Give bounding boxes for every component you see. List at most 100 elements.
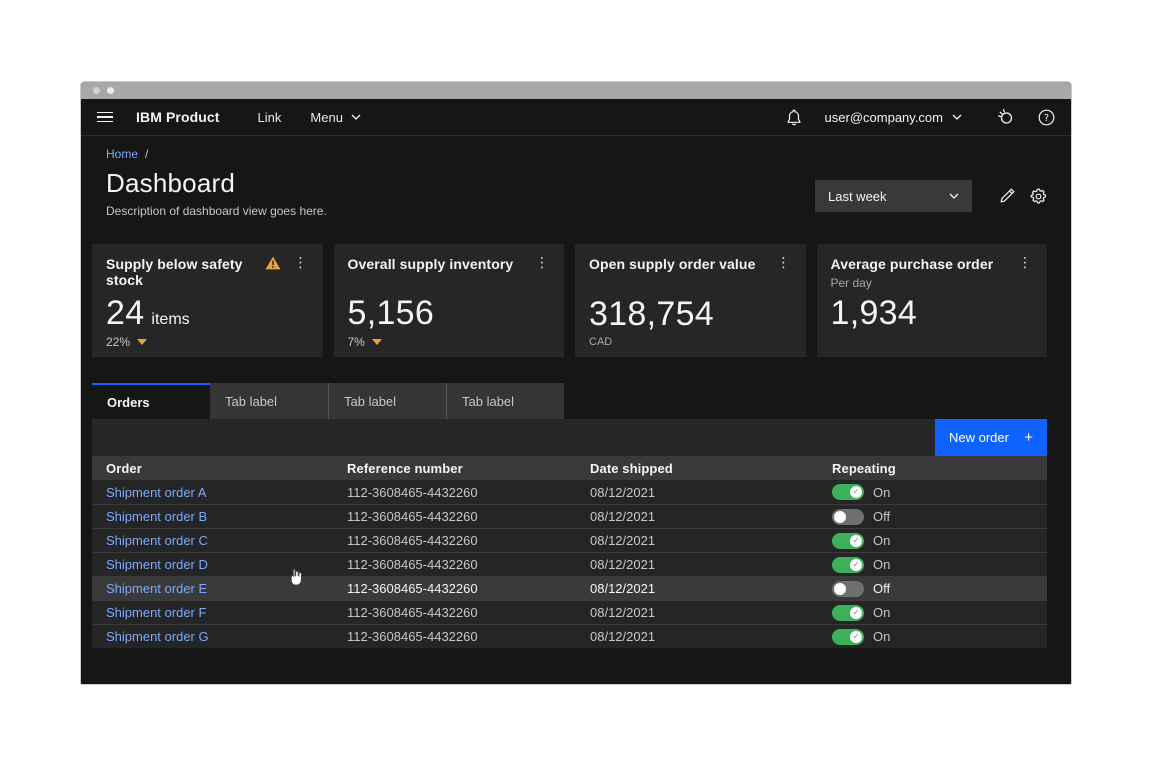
repeating-cell: ✓ On: [818, 557, 1047, 573]
tab-label-3[interactable]: Tab label: [446, 383, 564, 419]
table-row[interactable]: Shipment order G 112-3608465-4432260 08/…: [92, 624, 1047, 648]
card-value: 24 items: [106, 296, 311, 330]
edit-icon[interactable]: [999, 188, 1015, 204]
toggle-state-label: On: [873, 533, 890, 548]
toggle-knob: ✓: [850, 535, 862, 547]
nav-menu[interactable]: Menu: [310, 110, 361, 125]
product-name: IBM Product: [136, 109, 220, 125]
reference-number-cell: 112-3608465-4432260: [333, 509, 576, 524]
card-title: Average purchase order: [831, 256, 994, 272]
overflow-menu-icon[interactable]: ⋮: [774, 256, 794, 270]
card-supply-below-safety-stock: Supply below safety stock ⋮ 24 items 22%: [92, 244, 323, 357]
breadcrumb-separator: /: [145, 147, 148, 161]
notifications-bell-icon[interactable]: [786, 109, 802, 126]
tab-label-2[interactable]: Tab label: [328, 383, 446, 419]
repeating-toggle[interactable]: ✓: [832, 557, 864, 573]
toggle-knob: ✓: [834, 511, 846, 523]
reference-number-cell: 112-3608465-4432260: [333, 629, 576, 644]
order-link[interactable]: Shipment order C: [92, 533, 333, 548]
card-open-supply-order-value: Open supply order value ⋮ 318,754 CAD: [575, 244, 806, 357]
help-icon[interactable]: ?: [1038, 109, 1055, 126]
hamburger-menu-icon[interactable]: [97, 112, 113, 123]
table-row[interactable]: Shipment order D 112-3608465-4432260 08/…: [92, 552, 1047, 576]
table-header-row: Order Reference number Date shipped Repe…: [92, 456, 1047, 480]
date-shipped-cell: 08/12/2021: [576, 557, 818, 572]
order-link[interactable]: Shipment order A: [92, 485, 333, 500]
chevron-down-icon: [949, 193, 959, 199]
order-link[interactable]: Shipment order B: [92, 509, 333, 524]
repeating-cell: ✓ On: [818, 629, 1047, 645]
table-row[interactable]: Shipment order F 112-3608465-4432260 08/…: [92, 600, 1047, 624]
toggle-state-label: On: [873, 485, 890, 500]
orders-table: New order + Order Reference number Date …: [92, 419, 1047, 648]
card-value: 1,934: [831, 296, 1036, 330]
tab-orders[interactable]: Orders: [92, 383, 210, 419]
app-window: IBM Product Link Menu user@company.com: [80, 81, 1072, 685]
repeating-cell: ✓ On: [818, 533, 1047, 549]
trend-down-icon: [372, 339, 382, 345]
overflow-menu-icon[interactable]: ⋮: [291, 256, 311, 270]
chevron-down-icon: [351, 114, 361, 120]
card-value-number: 24: [106, 296, 144, 330]
metric-cards: Supply below safety stock ⋮ 24 items 22%: [92, 244, 1047, 357]
reference-number-cell: 112-3608465-4432260: [333, 605, 576, 620]
card-value-number: 5,156: [348, 296, 435, 330]
window-control-dot[interactable]: [93, 87, 100, 94]
card-overall-supply-inventory: Overall supply inventory ⋮ 5,156 7%: [334, 244, 565, 357]
card-subtitle: Per day: [831, 276, 994, 290]
date-shipped-cell: 08/12/2021: [576, 509, 818, 524]
order-link[interactable]: Shipment order G: [92, 629, 333, 644]
column-header-order: Order: [92, 461, 333, 476]
card-average-purchase-order: Average purchase order Per day ⋮ 1,934: [817, 244, 1048, 357]
repeating-toggle[interactable]: ✓: [832, 509, 864, 525]
chevron-down-icon: [952, 114, 962, 120]
order-link[interactable]: Shipment order E: [92, 581, 333, 596]
toggle-state-label: On: [873, 605, 890, 620]
breadcrumb-home-link[interactable]: Home: [106, 147, 138, 161]
svg-text:?: ?: [1044, 113, 1049, 124]
table-row[interactable]: Shipment order B 112-3608465-4432260 08/…: [92, 504, 1047, 528]
order-link[interactable]: Shipment order F: [92, 605, 333, 620]
repeating-toggle[interactable]: ✓: [832, 605, 864, 621]
top-nav: IBM Product Link Menu user@company.com: [81, 99, 1071, 136]
table-row[interactable]: Shipment order A 112-3608465-4432260 08/…: [92, 480, 1047, 504]
card-value: 318,754: [589, 297, 794, 331]
toggle-state-label: On: [873, 629, 890, 644]
light-theme-toggle-icon[interactable]: [997, 108, 1015, 126]
repeating-toggle[interactable]: ✓: [832, 581, 864, 597]
order-link[interactable]: Shipment order D: [92, 557, 333, 572]
repeating-toggle[interactable]: ✓: [832, 484, 864, 500]
repeating-toggle[interactable]: ✓: [832, 533, 864, 549]
nav-menu-label: Menu: [310, 110, 343, 125]
reference-number-cell: 112-3608465-4432260: [333, 485, 576, 500]
card-trend: 22%: [106, 336, 311, 348]
date-shipped-cell: 08/12/2021: [576, 581, 818, 596]
reference-number-cell: 112-3608465-4432260: [333, 557, 576, 572]
column-header-repeating: Repeating: [818, 461, 1047, 476]
tab-bar: Orders Tab label Tab label Tab label: [92, 383, 1047, 419]
nav-link[interactable]: Link: [258, 110, 282, 125]
repeating-toggle[interactable]: ✓: [832, 629, 864, 645]
new-order-button[interactable]: New order +: [935, 419, 1047, 456]
overflow-menu-icon[interactable]: ⋮: [532, 256, 552, 270]
trend-down-icon: [137, 339, 147, 345]
user-account-menu[interactable]: user@company.com: [825, 110, 962, 125]
time-filter-dropdown[interactable]: Last week: [815, 180, 972, 212]
repeating-cell: ✓ On: [818, 605, 1047, 621]
breadcrumb: Home /: [106, 147, 1047, 161]
repeating-cell: ✓ Off: [818, 509, 1047, 525]
new-order-label: New order: [949, 430, 1009, 445]
table-row[interactable]: Shipment order C 112-3608465-4432260 08/…: [92, 528, 1047, 552]
table-row[interactable]: Shipment order E 112-3608465-4432260 08/…: [92, 576, 1047, 600]
card-trend-value: 22%: [106, 335, 130, 349]
tab-label-1[interactable]: Tab label: [210, 383, 328, 419]
date-shipped-cell: 08/12/2021: [576, 533, 818, 548]
card-unit: CAD: [589, 336, 794, 348]
page-area: Home / Dashboard Description of dashboar…: [81, 136, 1071, 685]
window-control-dot[interactable]: [107, 87, 114, 94]
settings-gear-icon[interactable]: [1030, 188, 1047, 205]
overflow-menu-icon[interactable]: ⋮: [1015, 256, 1035, 270]
card-trend-value: 7%: [348, 335, 365, 349]
reference-number-cell: 112-3608465-4432260: [333, 533, 576, 548]
repeating-cell: ✓ On: [818, 484, 1047, 500]
